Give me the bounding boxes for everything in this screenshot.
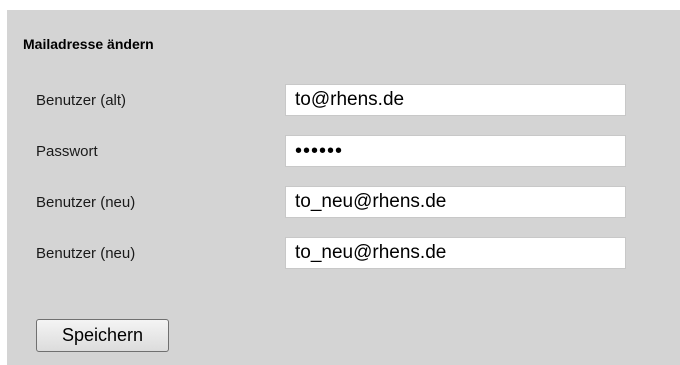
old-user-label: Benutzer (alt) xyxy=(36,92,127,109)
old-user-input[interactable] xyxy=(285,84,626,116)
password-label: Passwort xyxy=(36,143,98,160)
new-user-label: Benutzer (neu) xyxy=(36,194,136,211)
save-button[interactable]: Speichern xyxy=(36,319,169,352)
new-user-confirm-label: Benutzer (neu) xyxy=(36,245,136,262)
password-input[interactable] xyxy=(285,135,626,167)
change-email-form: Mailadresse ändern Benutzer (alt) Passwo… xyxy=(7,10,680,365)
form-title: Mailadresse ändern xyxy=(23,36,154,52)
new-user-input[interactable] xyxy=(285,186,626,218)
new-user-confirm-input[interactable] xyxy=(285,237,626,269)
